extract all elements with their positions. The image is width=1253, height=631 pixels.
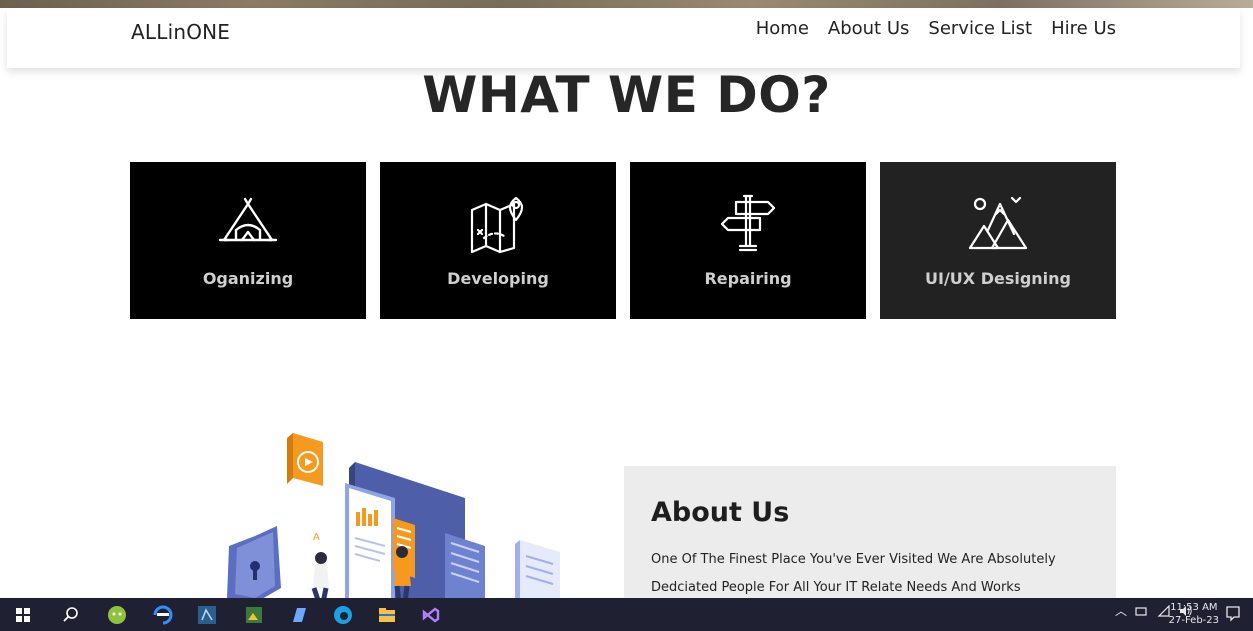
nav-link-hire-us[interactable]: Hire Us xyxy=(1051,18,1116,39)
network-icon[interactable] xyxy=(1135,605,1149,617)
nav-link-home[interactable]: Home xyxy=(756,18,809,39)
photo-editor-icon[interactable] xyxy=(243,604,265,626)
navbar: ALLinONE Home About Us Service List Hire… xyxy=(7,8,1240,68)
windows-start-icon[interactable] xyxy=(12,604,34,626)
signpost-icon xyxy=(720,194,776,252)
chat-app-icon[interactable] xyxy=(106,604,128,626)
service-card-developing[interactable]: Developing xyxy=(380,162,616,319)
service-label: Developing xyxy=(447,269,549,288)
windows-taskbar: ︿ 11:53 AM 27-Feb-23 xyxy=(0,598,1253,631)
service-label: Repairing xyxy=(704,269,792,288)
notification-icon[interactable] xyxy=(1225,605,1241,623)
service-label: Oganizing xyxy=(202,269,294,288)
services-grid: Oganizing Developing Repairing UI/UX Des… xyxy=(130,162,1116,319)
map-pin-icon xyxy=(470,196,524,254)
about-us-heading: About Us xyxy=(651,497,790,528)
section-title: WHAT WE DO? xyxy=(422,66,831,124)
service-card-repairing[interactable]: Repairing xyxy=(630,162,866,319)
database-app-icon[interactable] xyxy=(196,604,218,626)
service-label: UI/UX Designing xyxy=(925,269,1071,288)
visual-studio-icon[interactable] xyxy=(420,604,442,626)
nav-link-about-us[interactable]: About Us xyxy=(828,18,910,39)
service-card-ui-ux-designing[interactable]: UI/UX Designing xyxy=(880,162,1116,319)
nav-menu: Home About Us Service List Hire Us xyxy=(756,18,1116,39)
tent-icon xyxy=(218,197,278,242)
svg-text:A: A xyxy=(313,532,320,543)
chevron-up-icon[interactable]: ︿ xyxy=(1115,602,1127,619)
clock-time: 11:53 AM xyxy=(1170,602,1218,613)
notes-app-icon[interactable] xyxy=(288,604,310,626)
service-card-organizing[interactable]: Oganizing xyxy=(130,162,366,319)
search-icon[interactable] xyxy=(60,604,82,626)
isometric-illustration: A xyxy=(227,433,560,603)
about-us-panel: About Us One Of The Finest Place You've … xyxy=(624,466,1116,606)
header-background-strip xyxy=(0,0,1253,8)
edge-browser-icon[interactable] xyxy=(332,604,354,626)
nav-link-service-list[interactable]: Service List xyxy=(928,18,1032,39)
mountains-icon xyxy=(968,196,1028,250)
browser-icon[interactable] xyxy=(152,604,174,626)
about-us-text: One Of The Finest Place You've Ever Visi… xyxy=(651,552,1056,595)
file-explorer-icon[interactable] xyxy=(376,604,398,626)
clock-date: 27-Feb-23 xyxy=(1168,615,1219,626)
taskbar-clock[interactable]: 11:53 AM 27-Feb-23 xyxy=(1169,601,1219,627)
brand-logo[interactable]: ALLinONE xyxy=(131,20,230,44)
